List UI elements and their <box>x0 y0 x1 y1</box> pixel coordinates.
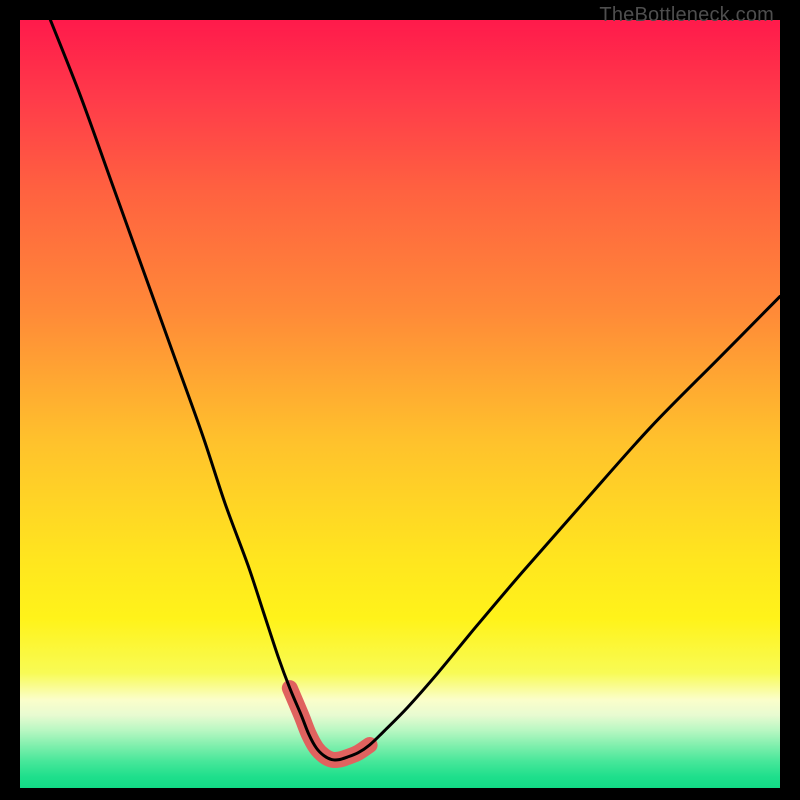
bottleneck-curve <box>50 20 780 760</box>
curve-layer <box>20 20 780 788</box>
chart-stage: TheBottleneck.com <box>0 0 800 800</box>
plot-area <box>20 20 780 788</box>
bottom-highlight-markers <box>290 688 370 760</box>
watermark-text: TheBottleneck.com <box>599 4 774 27</box>
